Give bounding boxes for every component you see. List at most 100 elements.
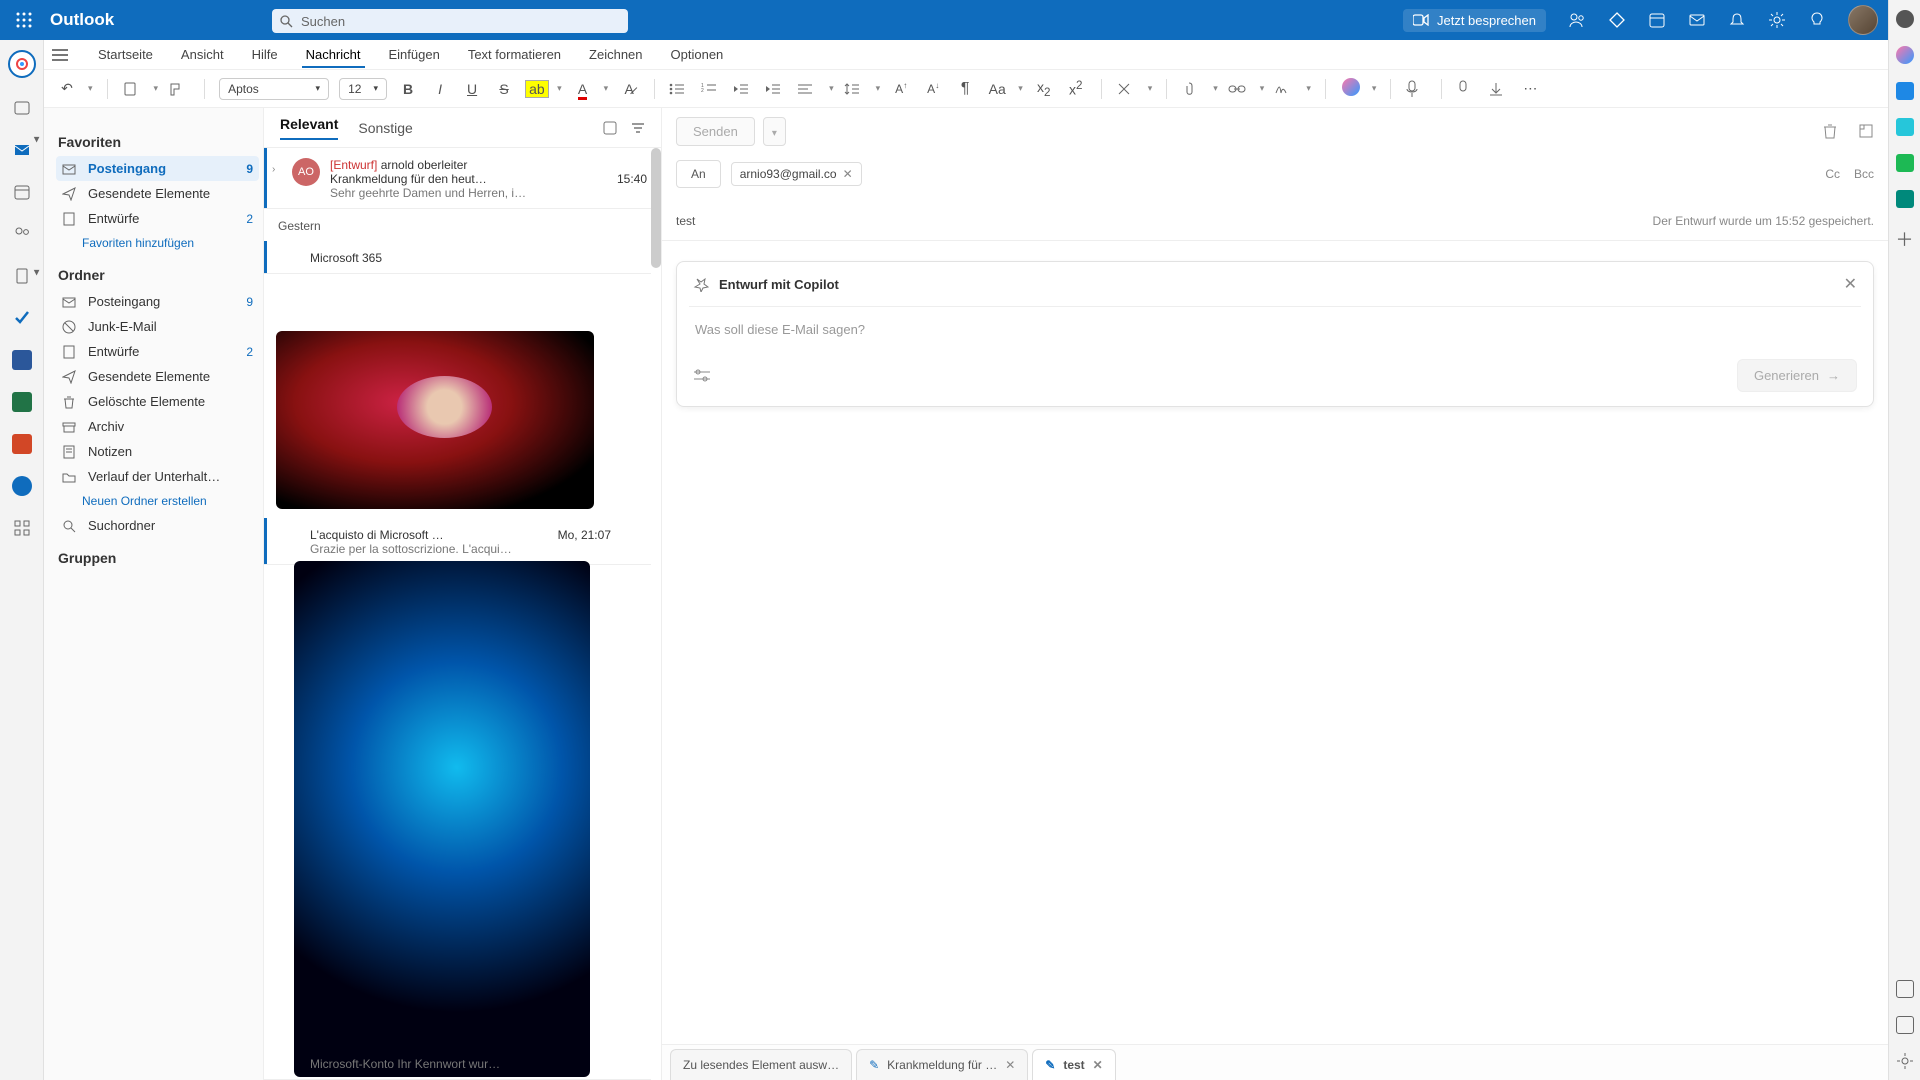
bcc-button[interactable]: Bcc bbox=[1854, 167, 1874, 181]
decrease-font-icon[interactable]: A↓ bbox=[922, 81, 944, 96]
tab-draw[interactable]: Zeichnen bbox=[585, 41, 646, 68]
folder-archive[interactable]: Archiv bbox=[56, 414, 259, 439]
recipient-chip[interactable]: arnio93@gmail.co ✕ bbox=[731, 162, 862, 186]
section-groups[interactable]: Gruppen bbox=[58, 550, 259, 566]
powerpoint-rail-icon[interactable] bbox=[10, 432, 34, 456]
right-rail-blue-icon[interactable] bbox=[1896, 82, 1914, 100]
close-icon[interactable]: ✕ bbox=[1844, 274, 1857, 294]
styles-icon[interactable] bbox=[1116, 81, 1138, 97]
quote-icon[interactable]: ¶ bbox=[954, 80, 976, 98]
new-folder-link[interactable]: Neuen Ordner erstellen bbox=[56, 489, 259, 513]
fav-sent[interactable]: Gesendete Elemente bbox=[56, 181, 259, 206]
font-select[interactable]: Aptos▾ bbox=[219, 78, 329, 100]
onedrive-rail-icon[interactable] bbox=[10, 474, 34, 498]
popout-icon[interactable] bbox=[1858, 123, 1874, 139]
underline-icon[interactable]: U bbox=[461, 81, 483, 97]
download-icon[interactable] bbox=[1488, 81, 1510, 97]
message-item[interactable]: › AO [Entwurf] arnold oberleiter Krankme… bbox=[264, 148, 661, 209]
tab-other[interactable]: Sonstige bbox=[358, 120, 412, 136]
fav-drafts[interactable]: Entwürfe 2 bbox=[56, 206, 259, 231]
bottom-tab[interactable]: Zu lesendes Element ausw… bbox=[670, 1049, 852, 1080]
files-rail-icon[interactable] bbox=[10, 264, 34, 288]
scrollbar-thumb[interactable] bbox=[651, 148, 661, 268]
tab-options[interactable]: Optionen bbox=[667, 41, 728, 68]
bottom-tab[interactable]: ✎ Krankmeldung für … ✕ bbox=[856, 1049, 1028, 1080]
expand-chevron-icon[interactable]: › bbox=[272, 164, 275, 175]
signature-icon[interactable] bbox=[1274, 81, 1296, 97]
copilot-rail-icon[interactable] bbox=[8, 50, 36, 78]
indent-icon[interactable] bbox=[765, 82, 787, 96]
send-button[interactable]: Senden bbox=[676, 117, 755, 146]
italic-icon[interactable]: I bbox=[429, 81, 451, 97]
dictate-icon[interactable] bbox=[1405, 80, 1427, 98]
hamburger-icon[interactable] bbox=[52, 48, 68, 62]
message-item[interactable]: Microsoft 365 bbox=[264, 241, 651, 274]
calendar-rail-icon[interactable] bbox=[10, 180, 34, 204]
message-item[interactable]: L'acquisto di Microsoft … Mo, 21:07 Graz… bbox=[264, 518, 651, 565]
mail-rail-icon[interactable] bbox=[10, 138, 34, 162]
search-folders[interactable]: Suchordner bbox=[56, 513, 259, 538]
settings-gear-icon[interactable] bbox=[1768, 11, 1786, 29]
right-rail-add-icon[interactable]: ＋ bbox=[1896, 226, 1914, 252]
mail-plus-icon[interactable] bbox=[1688, 11, 1706, 29]
message-item[interactable]: Microsoft-Konto Ihr Kennwort wur… bbox=[264, 1047, 651, 1080]
folder-junk[interactable]: Junk-E-Mail bbox=[56, 314, 259, 339]
select-icon[interactable] bbox=[603, 121, 617, 135]
folder-notes[interactable]: Notizen bbox=[56, 439, 259, 464]
copilot-prompt-input[interactable] bbox=[695, 322, 1855, 337]
right-rail-teal-icon[interactable] bbox=[1896, 190, 1914, 208]
align-icon[interactable] bbox=[797, 82, 819, 96]
remove-recipient-icon[interactable]: ✕ bbox=[843, 167, 853, 181]
font-color-icon[interactable]: A bbox=[572, 81, 594, 97]
lightbulb-icon[interactable] bbox=[1808, 11, 1826, 29]
bold-icon[interactable]: B bbox=[397, 81, 419, 97]
right-rail-panel2-icon[interactable] bbox=[1896, 1016, 1914, 1034]
tab-help[interactable]: Hilfe bbox=[248, 41, 282, 68]
right-rail-search-icon[interactable] bbox=[1896, 10, 1914, 28]
more-apps-rail-icon[interactable] bbox=[10, 516, 34, 540]
folder-sent[interactable]: Gesendete Elemente bbox=[56, 364, 259, 389]
link-icon[interactable] bbox=[1228, 83, 1250, 95]
more-icon[interactable]: ⋯ bbox=[1520, 80, 1542, 97]
clear-format-icon[interactable]: A̷ bbox=[618, 81, 640, 97]
bell-icon[interactable] bbox=[1728, 11, 1746, 29]
excel-rail-icon[interactable] bbox=[10, 390, 34, 414]
font-size-select[interactable]: 12▾ bbox=[339, 78, 387, 100]
close-tab-icon[interactable]: ✕ bbox=[1093, 1058, 1103, 1072]
increase-font-icon[interactable]: A↑ bbox=[890, 81, 912, 96]
right-rail-copilot-icon[interactable] bbox=[1896, 46, 1914, 64]
waffle-icon[interactable] bbox=[0, 12, 48, 28]
right-rail-green-icon[interactable] bbox=[1896, 154, 1914, 172]
highlight-icon[interactable]: ab bbox=[525, 81, 547, 97]
diamond-icon[interactable] bbox=[1608, 11, 1626, 29]
tab-view[interactable]: Ansicht bbox=[177, 41, 228, 68]
teams-icon[interactable] bbox=[1568, 11, 1586, 29]
bullets-icon[interactable] bbox=[669, 82, 691, 96]
tab-format[interactable]: Text formatieren bbox=[464, 41, 565, 68]
tab-focused[interactable]: Relevant bbox=[280, 116, 338, 140]
tab-home[interactable]: Startseite bbox=[94, 41, 157, 68]
tab-message[interactable]: Nachricht bbox=[302, 41, 365, 68]
meet-now-button[interactable]: Jetzt besprechen bbox=[1403, 9, 1546, 32]
subject-text[interactable]: test bbox=[676, 214, 695, 228]
calendar-day-icon[interactable] bbox=[1648, 11, 1666, 29]
to-button[interactable]: An bbox=[676, 160, 721, 188]
discard-icon[interactable] bbox=[1822, 123, 1838, 139]
copilot-options-icon[interactable] bbox=[693, 369, 711, 383]
change-case-icon[interactable]: Aa bbox=[986, 81, 1008, 97]
account-avatar[interactable] bbox=[1848, 5, 1878, 35]
bottom-tab[interactable]: ✎ test ✕ bbox=[1032, 1049, 1115, 1080]
folder-history[interactable]: Verlauf der Unterhalt… bbox=[56, 464, 259, 489]
subscript-icon[interactable]: x2 bbox=[1033, 79, 1055, 99]
copilot-toolbar-icon[interactable] bbox=[1340, 78, 1362, 99]
format-painter-icon[interactable] bbox=[168, 81, 190, 97]
msg-scrollbar[interactable] bbox=[651, 108, 661, 1080]
strike-icon[interactable]: S bbox=[493, 81, 515, 97]
rail-item-icon[interactable] bbox=[10, 96, 34, 120]
folder-inbox[interactable]: Posteingang 9 bbox=[56, 289, 259, 314]
numbering-icon[interactable]: 12 bbox=[701, 82, 723, 96]
attach-icon[interactable] bbox=[1181, 81, 1203, 97]
global-search[interactable]: Suchen bbox=[272, 9, 628, 33]
fav-inbox[interactable]: Posteingang 9 bbox=[56, 156, 259, 181]
add-favorite-link[interactable]: Favoriten hinzufügen bbox=[56, 231, 259, 255]
